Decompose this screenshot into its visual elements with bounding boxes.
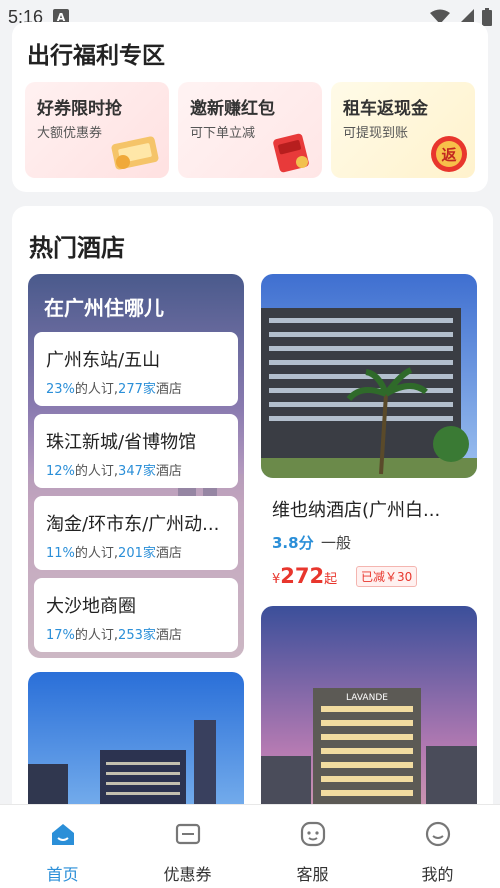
promo-car-rental-subtitle: 可提现到账 (343, 126, 409, 141)
area-item[interactable]: 珠江新城/省博物馆 12%的人订,347家酒店 (34, 414, 238, 488)
area-percent: 17% (46, 628, 75, 643)
area-count: 277家 (118, 382, 156, 397)
area-name: 广州东站/五山 (46, 350, 161, 371)
area-stat-suffix: 酒店 (155, 546, 182, 561)
area-item[interactable]: 淘金/环市东/广州动... 11%的人订,201家酒店 (34, 496, 238, 570)
cashback-coin-icon: 返 (431, 136, 467, 172)
hotel-name: 维也纳酒店(广州白... (272, 500, 441, 521)
cashback-badge-text: 返 (441, 146, 456, 164)
coupon-icon (173, 819, 203, 849)
area-name: 珠江新城/省博物馆 (46, 432, 197, 453)
nav-service[interactable]: 客服 (250, 805, 375, 888)
area-count: 347家 (118, 464, 156, 479)
hotel-building-illustration (261, 274, 477, 478)
battery-icon (482, 8, 492, 26)
promo-coupon-subtitle: 大额优惠券 (37, 126, 103, 141)
price-value: 272 (280, 564, 325, 588)
hotel-rating-level: 一般 (321, 534, 352, 552)
nav-coupons-label: 优惠券 (163, 865, 212, 884)
area-item[interactable]: 大沙地商圈 17%的人订,253家酒店 (34, 578, 238, 652)
nav-home-label: 首页 (46, 865, 79, 884)
area-stats: 23%的人订,277家酒店 (46, 378, 182, 397)
discount-badge: 已减￥30 (356, 566, 418, 587)
nav-service-label: 客服 (296, 865, 329, 884)
area-count: 201家 (118, 546, 156, 561)
promo-coupon-card[interactable]: 好券限时抢 大额优惠券 (25, 82, 169, 178)
hot-hotels-section: 热门酒店 在广州住哪儿 广州东站/五山 23%的人订,277家酒店 珠江新城/省… (12, 206, 493, 852)
area-selector: 在广州住哪儿 广州东站/五山 23%的人订,277家酒店 珠江新城/省博物馆 1… (28, 274, 244, 658)
promo-car-rental-title: 租车返现金 (343, 99, 428, 119)
area-stat-mid: 的人订, (74, 546, 119, 561)
promo-title: 出行福利专区 (27, 43, 165, 69)
hot-hotels-title: 热门酒店 (29, 234, 125, 262)
bottom-nav: 首页 优惠券 客服 我的 (0, 804, 500, 888)
hotel-price: ¥272起 (272, 564, 337, 588)
hotel-score: 3.8分 (272, 534, 314, 552)
hotel-photo[interactable] (261, 274, 477, 478)
area-percent: 11% (46, 546, 75, 561)
area-stat-suffix: 酒店 (155, 628, 182, 643)
promo-coupon-title: 好券限时抢 (37, 99, 122, 119)
area-stat-mid: 的人订, (74, 628, 119, 643)
area-name: 淘金/环市东/广州动... (46, 514, 220, 535)
promo-section: 出行福利专区 好券限时抢 大额优惠券 邀新赚红包 可下单立减 租车返现金 可提现… (12, 22, 488, 192)
area-item[interactable]: 广州东站/五山 23%的人订,277家酒店 (34, 332, 238, 406)
promo-invite-card[interactable]: 邀新赚红包 可下单立减 (178, 82, 322, 178)
red-envelope-icon (273, 133, 309, 173)
home-icon (48, 819, 78, 849)
nav-coupons[interactable]: 优惠券 (125, 805, 250, 888)
area-stat-suffix: 酒店 (155, 464, 182, 479)
service-icon (298, 819, 328, 849)
area-stat-mid: 的人订, (74, 464, 119, 479)
area-stat-mid: 的人订, (74, 382, 119, 397)
price-suffix: 起 (324, 572, 338, 587)
promo-invite-title: 邀新赚红包 (190, 99, 275, 119)
nav-profile[interactable]: 我的 (375, 805, 500, 888)
area-stats: 12%的人订,347家酒店 (46, 460, 182, 479)
area-heading: 在广州住哪儿 (44, 296, 164, 320)
area-name: 大沙地商圈 (46, 596, 136, 617)
area-stat-suffix: 酒店 (155, 382, 182, 397)
promo-car-rental-card[interactable]: 租车返现金 可提现到账 返 (331, 82, 475, 178)
area-percent: 12% (46, 464, 75, 479)
hotel-sign-text: LAVANDE (346, 693, 388, 703)
area-stats: 17%的人订,253家酒店 (46, 624, 182, 643)
area-count: 253家 (118, 628, 156, 643)
area-percent: 23% (46, 382, 75, 397)
profile-icon (423, 819, 453, 849)
nav-home[interactable]: 首页 (0, 805, 125, 888)
area-stats: 11%的人订,201家酒店 (46, 542, 182, 561)
coupon-ticket-icon (111, 136, 159, 170)
promo-invite-subtitle: 可下单立减 (190, 126, 256, 141)
nav-profile-label: 我的 (421, 865, 454, 884)
